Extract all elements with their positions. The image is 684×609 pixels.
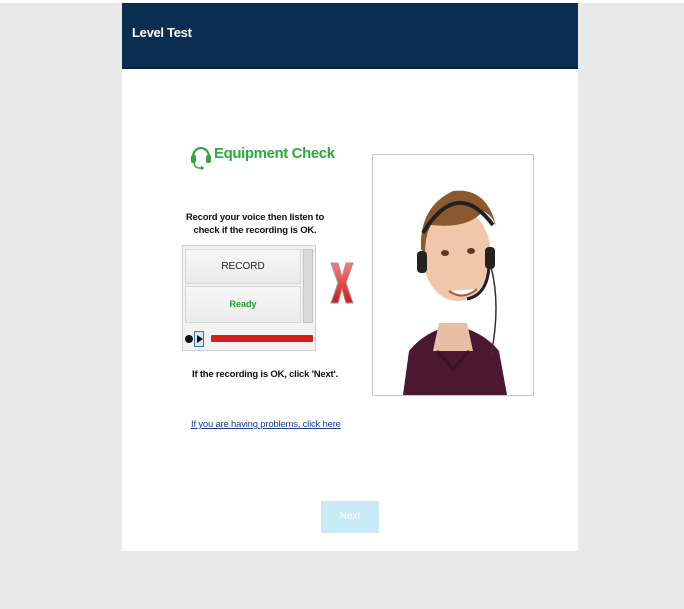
app-title: Level Test (132, 25, 192, 40)
recorder-status: Ready (185, 286, 301, 323)
equipment-check-heading: Equipment Check (190, 141, 335, 171)
ok-hint: If the recording is OK, click 'Next'. (192, 369, 338, 380)
problems-link[interactable]: If you are having problems, click here (191, 419, 341, 430)
play-button[interactable] (194, 331, 204, 347)
headset-person-photo (372, 154, 534, 396)
voice-recorder: RECORD Ready (182, 245, 316, 351)
recorder-scrollbar[interactable] (303, 249, 313, 323)
next-button[interactable]: Next (321, 501, 379, 533)
record-dot-icon (185, 335, 193, 343)
record-instructions: Record your voice then listen to check i… (185, 212, 325, 236)
header-bar: Level Test (122, 3, 578, 69)
person-with-headset-image (403, 190, 507, 395)
main-card: Level Test Equipment Check Record your v… (122, 3, 578, 551)
x-mark-icon (330, 262, 354, 304)
equipment-check-title: Equipment Check (214, 145, 335, 162)
record-button[interactable]: RECORD (185, 249, 301, 284)
playback-progress[interactable] (211, 335, 313, 342)
headset-icon (191, 146, 211, 170)
playback-bar (183, 330, 317, 350)
